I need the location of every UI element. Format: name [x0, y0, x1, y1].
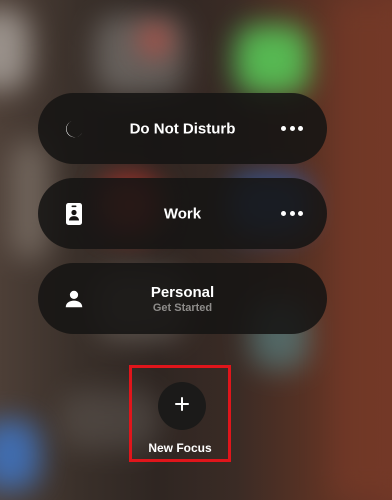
id-badge-icon [62, 202, 86, 226]
focus-do-not-disturb-button[interactable]: Do Not Disturb [38, 93, 327, 164]
new-focus-highlight: New Focus [129, 365, 231, 462]
moon-icon [62, 117, 86, 141]
more-options-icon[interactable] [281, 122, 303, 136]
more-options-icon[interactable] [281, 207, 303, 221]
blurred-app-icon [95, 15, 185, 95]
plus-icon [174, 396, 190, 417]
new-focus-label[interactable]: New Focus [132, 441, 228, 455]
new-focus-button[interactable] [158, 382, 206, 430]
person-icon [62, 287, 86, 311]
blurred-app-icon [0, 10, 30, 90]
focus-screen: Do Not Disturb Work Personal Get Started… [0, 0, 392, 500]
blurred-badge [140, 25, 170, 55]
focus-work-button[interactable]: Work [38, 178, 327, 249]
blurred-background-edge [330, 0, 392, 500]
blurred-app-icon [0, 420, 40, 490]
blurred-app-icon [235, 25, 310, 95]
focus-personal-button[interactable]: Personal Get Started [38, 263, 327, 334]
